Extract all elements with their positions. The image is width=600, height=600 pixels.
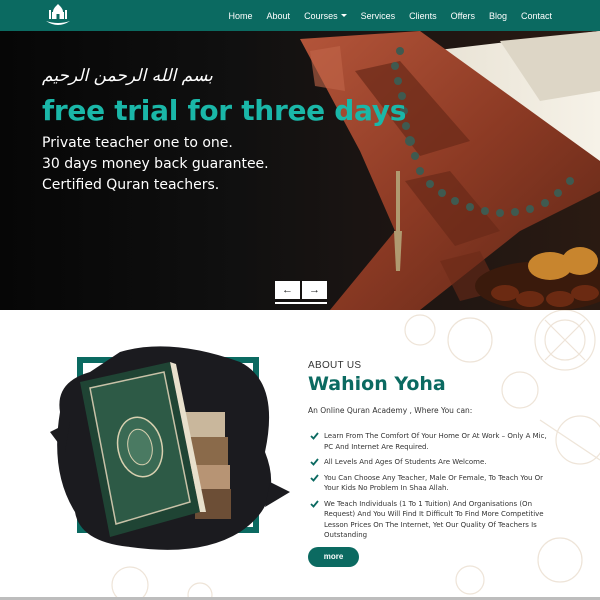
main-menu: Home About Courses Services Clients Offe… bbox=[229, 0, 552, 31]
feature-text: Learn From The Comfort Of Your Home Or A… bbox=[324, 432, 547, 451]
list-item: You Can Choose Any Teacher, Male Or Fema… bbox=[308, 473, 558, 494]
more-button[interactable]: more bbox=[308, 547, 359, 567]
arrow-left-icon: ← bbox=[282, 284, 293, 296]
hero-feature-line: Private teacher one to one. bbox=[42, 135, 233, 151]
slider-prev-button[interactable]: ← bbox=[275, 281, 300, 299]
nav-courses[interactable]: Courses bbox=[304, 11, 347, 21]
quran-book-image bbox=[50, 346, 290, 550]
checkmark-icon bbox=[310, 458, 319, 466]
list-item: We Teach Individuals (1 To 1 Tuition) An… bbox=[308, 499, 558, 541]
caret-down-icon bbox=[340, 14, 347, 17]
hero-slider: بسم الله الرحمن الرحيم free trial for th… bbox=[0, 31, 600, 310]
hero-feature-line: 30 days money back guarantee. bbox=[42, 156, 269, 172]
feature-text: We Teach Individuals (1 To 1 Tuition) An… bbox=[324, 499, 544, 540]
feature-text: You Can Choose Any Teacher, Male Or Fema… bbox=[324, 473, 544, 493]
nav-home[interactable]: Home bbox=[229, 11, 253, 21]
nav-contact[interactable]: Contact bbox=[521, 11, 552, 21]
checkmark-icon bbox=[310, 432, 319, 440]
nav-clients[interactable]: Clients bbox=[409, 11, 437, 21]
nav-courses-label: Courses bbox=[304, 10, 338, 21]
list-item: Learn From The Comfort Of Your Home Or A… bbox=[308, 431, 558, 452]
checkmark-icon bbox=[310, 499, 319, 508]
section-label: ABOUT US bbox=[308, 360, 362, 371]
nav-blog[interactable]: Blog bbox=[489, 11, 507, 21]
nav-offers[interactable]: Offers bbox=[451, 11, 475, 21]
top-navbar: Home About Courses Services Clients Offe… bbox=[0, 0, 600, 31]
arrow-right-icon: → bbox=[309, 284, 320, 296]
hero-title: free trial for three days bbox=[42, 94, 407, 127]
mosque-logo-icon[interactable] bbox=[42, 2, 74, 28]
feature-text: All Levels And Ages Of Students Are Welc… bbox=[324, 458, 487, 466]
section-title: Wahion Yoha bbox=[308, 373, 446, 395]
list-item: All Levels And Ages Of Students Are Welc… bbox=[308, 457, 558, 468]
nav-about[interactable]: About bbox=[267, 11, 291, 21]
hero-feature-line: Certified Quran teachers. bbox=[42, 177, 220, 193]
checkmark-icon bbox=[310, 473, 319, 482]
about-intro: An Online Quran Academy , Where You can: bbox=[308, 406, 473, 415]
slider-indicator bbox=[275, 302, 327, 304]
about-section: ABOUT US Wahion Yoha An Online Quran Aca… bbox=[0, 310, 600, 600]
feature-list: Learn From The Comfort Of Your Home Or A… bbox=[308, 431, 558, 546]
nav-services[interactable]: Services bbox=[361, 11, 396, 21]
bismillah-calligraphy: بسم الله الرحمن الرحيم bbox=[42, 66, 213, 86]
slider-next-button[interactable]: → bbox=[302, 281, 327, 299]
